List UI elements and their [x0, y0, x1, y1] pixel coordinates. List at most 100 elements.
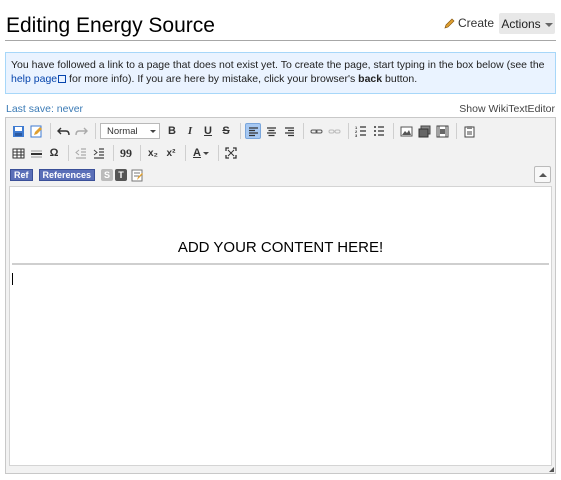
unlink-button[interactable] — [326, 123, 342, 139]
font-color-button[interactable]: A — [190, 145, 212, 161]
numbered-list-button[interactable]: 123 — [353, 123, 369, 139]
toolbar-separator — [303, 123, 304, 139]
notice-box: You have followed a link to a page that … — [5, 52, 556, 94]
link-button[interactable] — [308, 123, 324, 139]
rich-text-editor: Normal B I U S 123 Ω 99 x₂ x² A Ref Refe… — [5, 117, 556, 474]
underline-button[interactable]: U — [200, 123, 216, 139]
toolbar-row-2: Ω 99 x₂ x² A — [10, 144, 241, 162]
maximize-button[interactable] — [223, 145, 239, 161]
indent-icon — [93, 148, 104, 159]
bold-button[interactable]: B — [164, 123, 180, 139]
svg-text:3: 3 — [355, 133, 358, 137]
create-link[interactable]: Create — [444, 16, 494, 30]
gallery-icon — [418, 125, 430, 137]
toolbar-separator — [185, 145, 186, 161]
italic-button[interactable]: I — [182, 123, 198, 139]
ref-button[interactable]: Ref — [10, 169, 33, 181]
insert-image-button[interactable] — [398, 123, 414, 139]
toolbar-separator — [218, 145, 219, 161]
chevron-down-icon — [544, 22, 553, 27]
superscript-button[interactable]: x² — [163, 145, 179, 161]
format-select-value: Normal — [107, 125, 138, 137]
insert-table-button[interactable] — [10, 145, 26, 161]
s-button[interactable]: S — [101, 169, 114, 181]
page-title: Editing Energy Source — [6, 14, 215, 37]
strikethrough-button[interactable]: S — [218, 123, 234, 139]
last-save-status: Last save: never — [6, 103, 84, 115]
toolbar-row-1: Normal B I U S 123 — [10, 122, 479, 140]
notice-text-2: for more info). If you are here by mista… — [66, 73, 359, 85]
align-right-icon — [284, 126, 294, 136]
actions-label: Actions — [501, 16, 541, 31]
insert-gallery-button[interactable] — [416, 123, 432, 139]
outdent-button[interactable] — [73, 145, 89, 161]
image-icon — [400, 126, 412, 136]
help-page-link[interactable]: help page — [11, 73, 67, 85]
table-icon — [12, 148, 24, 158]
maximize-icon — [225, 147, 237, 159]
text-caret — [12, 273, 13, 285]
horizontal-rule-button[interactable] — [28, 145, 44, 161]
special-char-button[interactable]: Ω — [46, 145, 62, 161]
subscript-button[interactable]: x₂ — [145, 145, 161, 161]
edit-template-icon — [131, 169, 143, 181]
bullet-list-icon — [374, 126, 384, 136]
chevron-down-icon — [150, 129, 156, 133]
chevron-up-icon — [538, 172, 547, 177]
actions-menu-button[interactable]: Actions — [499, 13, 555, 34]
notice-text-1: You have followed a link to a page that … — [11, 59, 545, 71]
video-icon — [436, 125, 448, 137]
collapse-toolbar-button[interactable] — [534, 166, 551, 183]
unlink-icon — [328, 129, 340, 133]
bullet-list-button[interactable] — [371, 123, 387, 139]
notice-text-3: button. — [382, 73, 418, 85]
align-center-icon — [266, 126, 276, 136]
toolbar-separator — [393, 123, 394, 139]
format-select[interactable]: Normal — [100, 123, 160, 139]
undo-icon — [56, 127, 70, 135]
help-page-link-label: help page — [11, 73, 58, 85]
editor-content-area[interactable]: ADD YOUR CONTENT HERE! — [9, 186, 552, 466]
chevron-down-icon — [202, 151, 209, 155]
align-right-button[interactable] — [281, 123, 297, 139]
references-button[interactable]: References — [38, 169, 96, 181]
content-divider — [12, 263, 549, 265]
external-link-icon — [58, 75, 67, 83]
create-label: Create — [458, 16, 495, 30]
save-button[interactable] — [10, 123, 26, 139]
edit-page-icon — [30, 125, 42, 137]
toolbar-separator — [240, 123, 241, 139]
toolbar-separator — [456, 123, 457, 139]
toolbar-separator — [348, 123, 349, 139]
toolbar-separator — [140, 145, 141, 161]
indent-button[interactable] — [91, 145, 107, 161]
horizontal-rule-icon — [30, 150, 42, 157]
toolbar-separator — [68, 145, 69, 161]
undo-button[interactable] — [55, 123, 71, 139]
numbered-list-icon: 123 — [355, 125, 366, 137]
blockquote-button[interactable]: 99 — [118, 145, 134, 161]
paste-button[interactable] — [461, 123, 477, 139]
toolbar-separator — [113, 145, 114, 161]
align-left-icon — [248, 126, 258, 136]
redo-icon — [74, 127, 88, 135]
link-icon — [310, 129, 322, 133]
pencil-icon — [444, 18, 455, 29]
redo-button[interactable] — [73, 123, 89, 139]
resize-grip-icon[interactable] — [549, 467, 554, 472]
show-wikitexteditor-link[interactable]: Show WikiTextEditor — [459, 103, 555, 115]
title-divider — [5, 40, 556, 41]
save-edit-button[interactable] — [28, 123, 44, 139]
edit-template-button[interactable] — [129, 167, 145, 183]
t-button[interactable]: T — [115, 169, 128, 181]
toolbar-row-3: Ref References S T — [10, 166, 147, 184]
align-center-button[interactable] — [263, 123, 279, 139]
font-color-label: A — [193, 147, 201, 159]
save-icon — [12, 125, 24, 137]
toolbar-separator — [95, 123, 96, 139]
clipboard-icon — [464, 125, 474, 137]
insert-video-button[interactable] — [434, 123, 450, 139]
notice-bold-back: back — [358, 73, 383, 85]
toolbar-separator — [50, 123, 51, 139]
align-left-button[interactable] — [245, 123, 261, 139]
